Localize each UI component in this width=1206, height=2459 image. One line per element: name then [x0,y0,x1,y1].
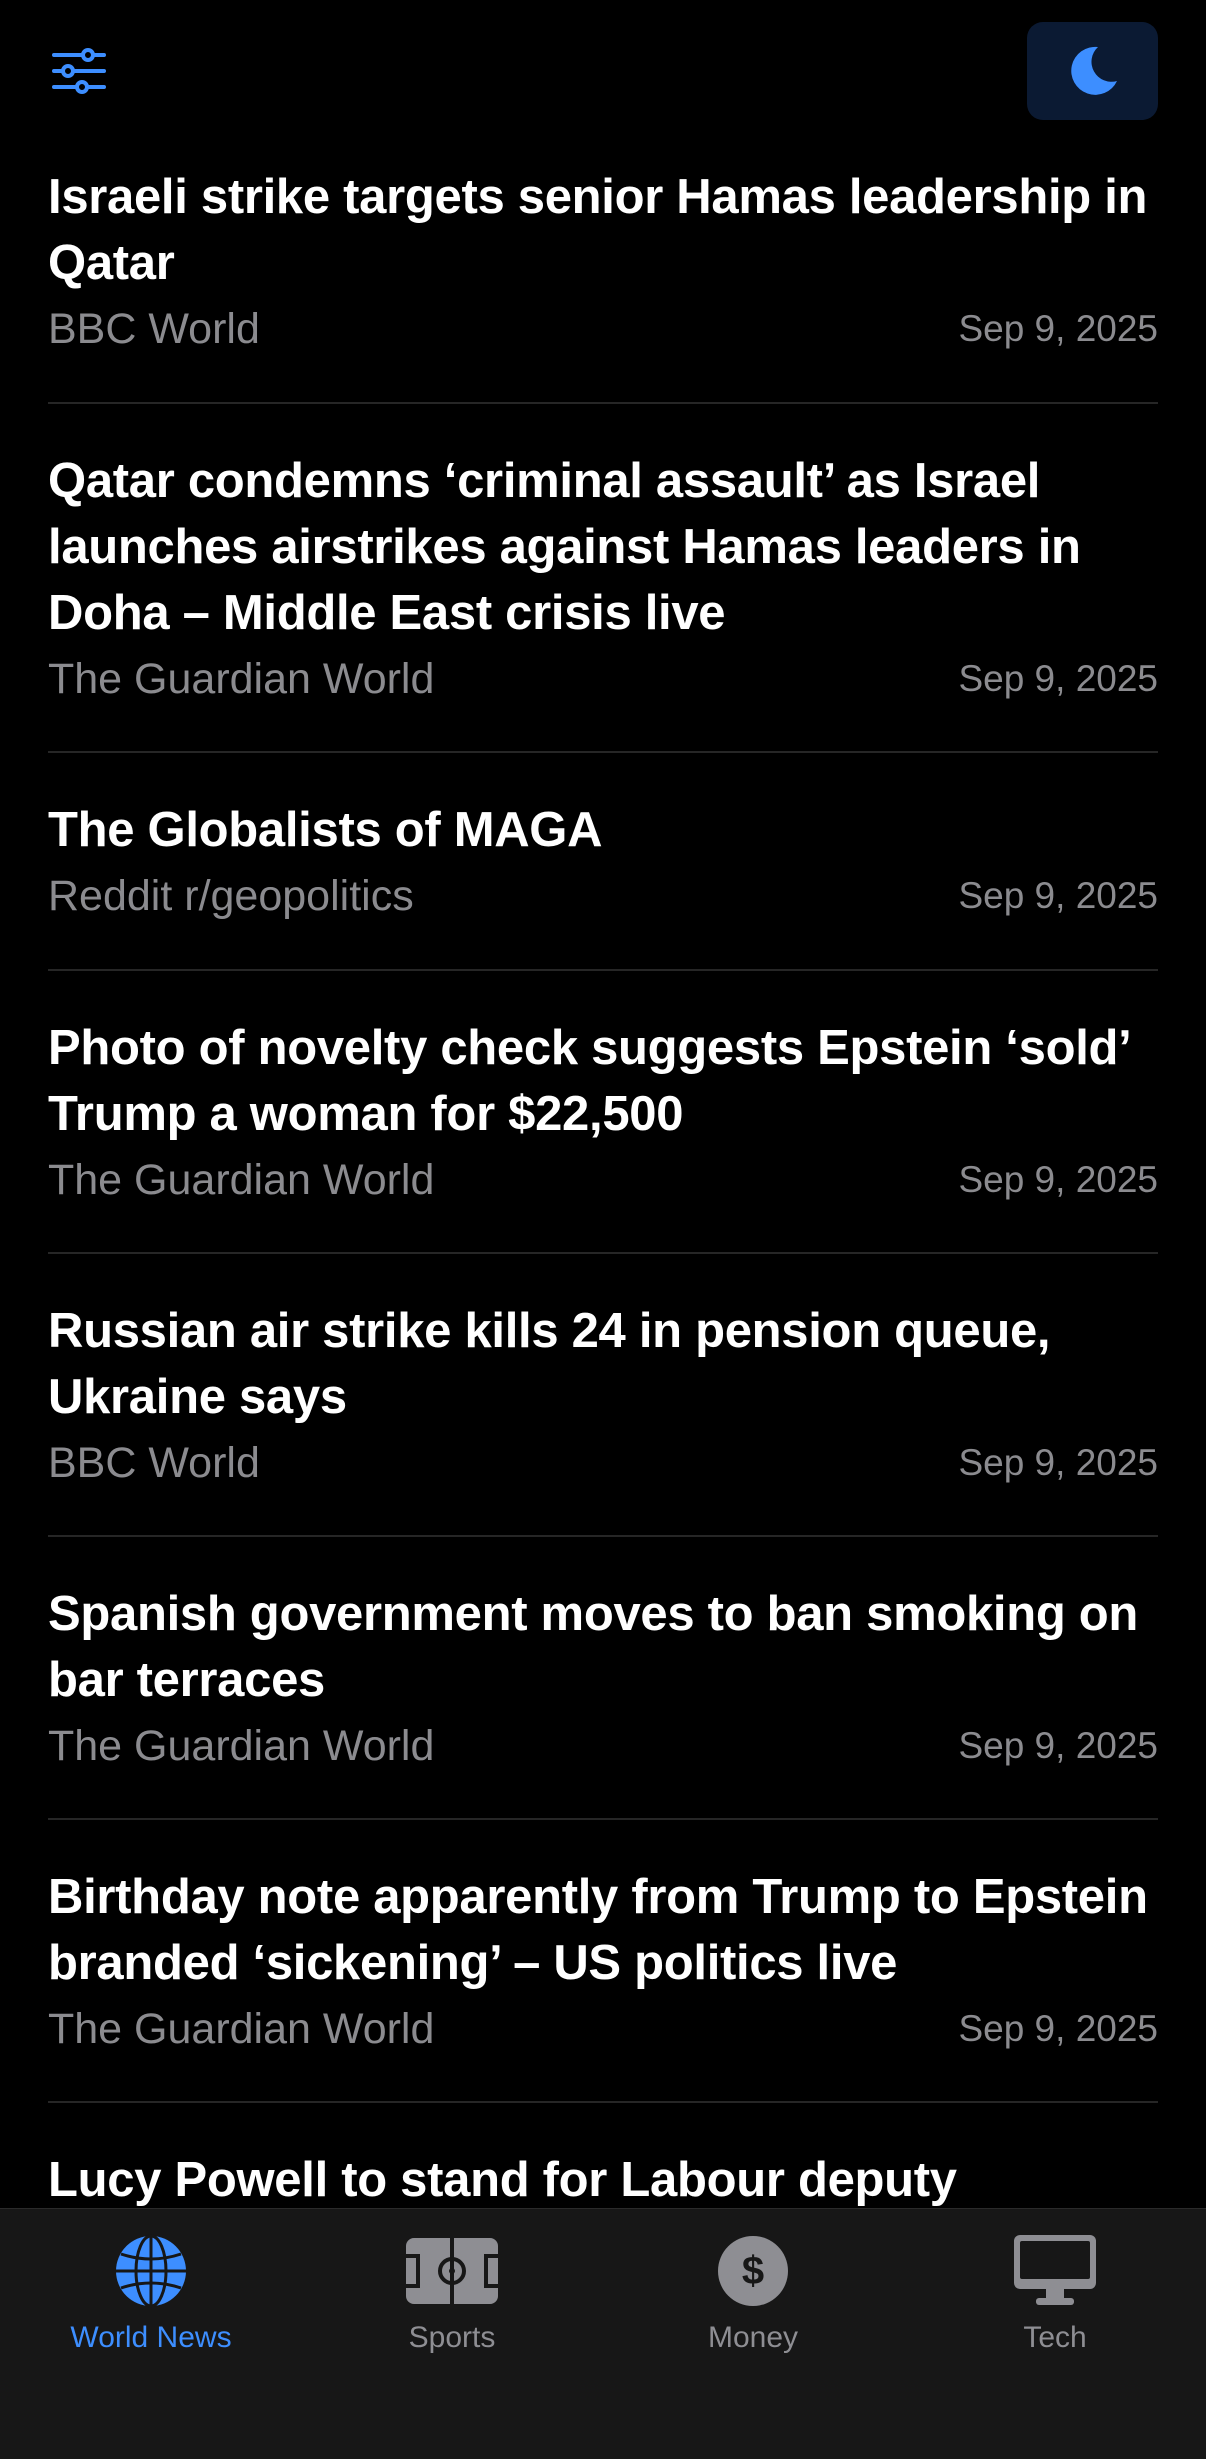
tab-sports[interactable]: Sports [302,2231,602,2371]
article-meta: The Guardian World Sep 9, 2025 [48,1145,1158,1215]
article-row[interactable]: Birthday note apparently from Trump to E… [48,1820,1158,2103]
svg-text:$: $ [742,2249,764,2293]
article-meta: The Guardian World Sep 9, 2025 [48,1711,1158,1781]
article-source: BBC World [48,1438,260,1487]
news-feed[interactable]: Israeli strike targets senior Hamas lead… [0,150,1206,2208]
tab-label: Money [707,2321,799,2354]
article-meta: Reddit r/geopolitics Sep 9, 2025 [48,861,1158,931]
article-meta: BBC World Sep 9, 2025 [48,1428,1158,1498]
article-source: The Guardian World [48,2004,435,2053]
top-bar [0,0,1206,150]
article-source: Reddit r/geopolitics [48,871,414,920]
article-title: Israeli strike targets senior Hamas lead… [48,170,1148,290]
moon-icon [1070,46,1117,95]
article-title: Photo of novelty check suggests Epstein … [48,1021,1129,1141]
article-title: The Globalists of MAGA [48,803,603,857]
soccer-field-icon [406,2238,498,2304]
article-row[interactable]: Israeli strike targets senior Hamas lead… [48,150,1158,404]
article-meta: BBC World Sep 9, 2025 [48,294,1158,364]
article-date: Sep 9, 2025 [958,658,1158,699]
tab-bar: World News Sports $ Money Tech [0,2208,1206,2459]
sliders-icon [52,48,106,94]
desktop-icon [1014,2235,1096,2305]
article-row[interactable]: Photo of novelty check suggests Epstein … [48,971,1158,1254]
tab-label: Tech [1023,2321,1087,2354]
article-title: Birthday note apparently from Trump to E… [48,1870,1148,1990]
article-title: Spanish government moves to ban smoking … [48,1587,1139,1707]
article-row[interactable]: Russian air strike kills 24 in pension q… [48,1254,1158,1537]
article-date: Sep 9, 2025 [958,875,1158,916]
tab-money[interactable]: $ Money [603,2231,903,2371]
dollar-icon: $ [718,2236,788,2306]
article-title: Russian air strike kills 24 in pension q… [48,1304,1051,1424]
globe-icon [116,2234,186,2308]
article-meta: The Guardian World Sep 9, 2025 [48,1994,1158,2064]
tab-label: World News [70,2321,232,2354]
theme-toggle-button[interactable] [1027,22,1158,120]
tab-tech[interactable]: Tech [905,2231,1205,2371]
article-source: The Guardian World [48,654,435,703]
article-date: Sep 9, 2025 [958,308,1158,349]
article-row[interactable]: Qatar condemns ‘criminal assault’ as Isr… [48,404,1158,753]
article-source: BBC World [48,304,260,353]
article-date: Sep 9, 2025 [958,1725,1158,1766]
article-row[interactable]: Lucy Powell to stand for Labour deputy [48,2103,1158,2208]
article-source: The Guardian World [48,1721,435,1770]
article-title: Qatar condemns ‘criminal assault’ as Isr… [48,454,1081,640]
tab-label: Sports [408,2321,496,2354]
article-source: The Guardian World [48,1155,435,1204]
filter-button[interactable] [46,42,112,100]
article-title: Lucy Powell to stand for Labour deputy [48,2153,957,2207]
article-meta: The Guardian World Sep 9, 2025 [48,644,1158,714]
article-date: Sep 9, 2025 [958,1442,1158,1483]
tab-world-news[interactable]: World News [1,2231,301,2371]
article-row[interactable]: Spanish government moves to ban smoking … [48,1537,1158,1820]
article-date: Sep 9, 2025 [958,1159,1158,1200]
article-date: Sep 9, 2025 [958,2008,1158,2049]
article-row[interactable]: The Globalists of MAGA Reddit r/geopolit… [48,753,1158,971]
